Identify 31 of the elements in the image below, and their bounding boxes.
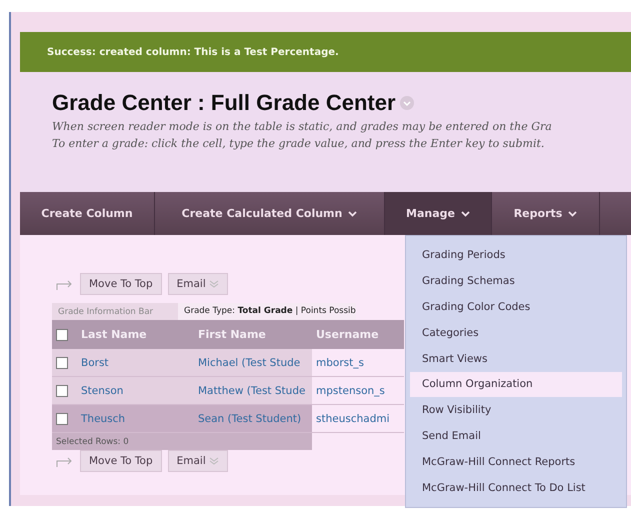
page-title: Grade Center : Full Grade Center — [52, 90, 396, 116]
menu-item[interactable]: Categories — [410, 320, 622, 346]
menu-item[interactable]: Grading Schemas — [410, 268, 622, 294]
table-cell[interactable]: Michael (Test Stude — [194, 349, 312, 377]
table-cell[interactable]: Matthew (Test Stude — [194, 377, 312, 405]
move-to-top-button[interactable]: Move To Top — [80, 450, 162, 472]
chevron-icon — [208, 456, 219, 466]
table-cell[interactable]: Borst — [77, 349, 194, 377]
email-button[interactable]: Email — [168, 273, 228, 295]
instruction-text: When screen reader mode is on the table is static, and grades may be entered on the Gra — [52, 120, 553, 133]
checkbox[interactable] — [56, 328, 68, 340]
menu-item[interactable]: Grading Color Codes — [410, 294, 622, 320]
menu-item[interactable]: McGraw-Hill Connect To Do List — [410, 475, 622, 502]
menu-item[interactable]: McGraw-Hill Connect Reports — [410, 449, 622, 476]
checkbox[interactable] — [56, 356, 68, 368]
chevron-icon — [208, 279, 219, 289]
checkbox[interactable] — [56, 412, 68, 424]
move-to-top-button[interactable]: Move To Top — [80, 273, 162, 295]
action-bar-button[interactable]: Manage — [385, 192, 492, 235]
menu-item[interactable]: Row Visibility — [410, 397, 622, 424]
table-cell[interactable]: Stenson — [77, 377, 194, 405]
checkbox[interactable] — [56, 384, 68, 396]
menu-item[interactable]: Grading Periods — [410, 242, 622, 268]
menu-item[interactable]: Column Organization — [410, 372, 622, 398]
selected-rows-count: Selected Rows: 0 — [52, 433, 312, 450]
success-message: Success: created column: This is a Test Percentage. — [20, 32, 631, 72]
menu-item[interactable]: Smart Views — [410, 346, 622, 372]
grade-type-text: Grade Type: Total Grade | Points Possib — [178, 303, 356, 320]
instruction-text: To enter a grade: click the cell, type the grade value, and press the Enter key to submit. — [52, 137, 546, 150]
email-button[interactable]: Email — [168, 450, 228, 472]
menu-item[interactable]: Send Email — [410, 423, 622, 450]
